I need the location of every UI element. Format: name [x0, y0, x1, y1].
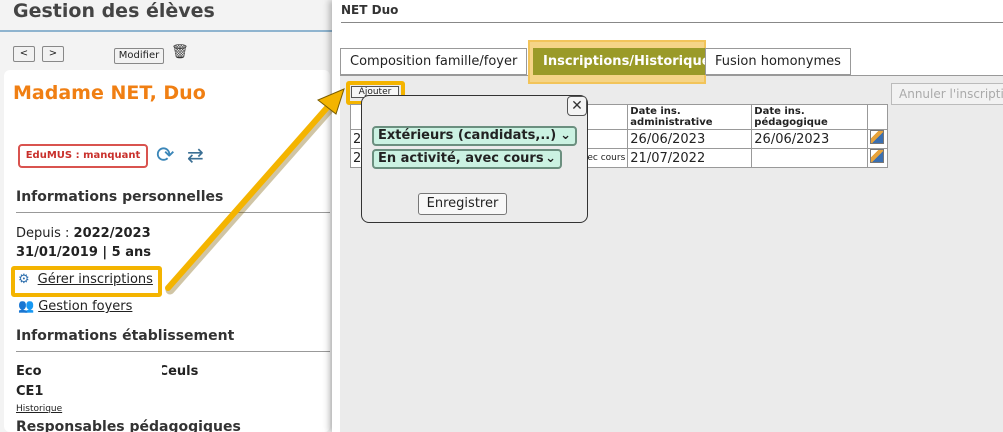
annotation-arrow	[165, 88, 345, 295]
